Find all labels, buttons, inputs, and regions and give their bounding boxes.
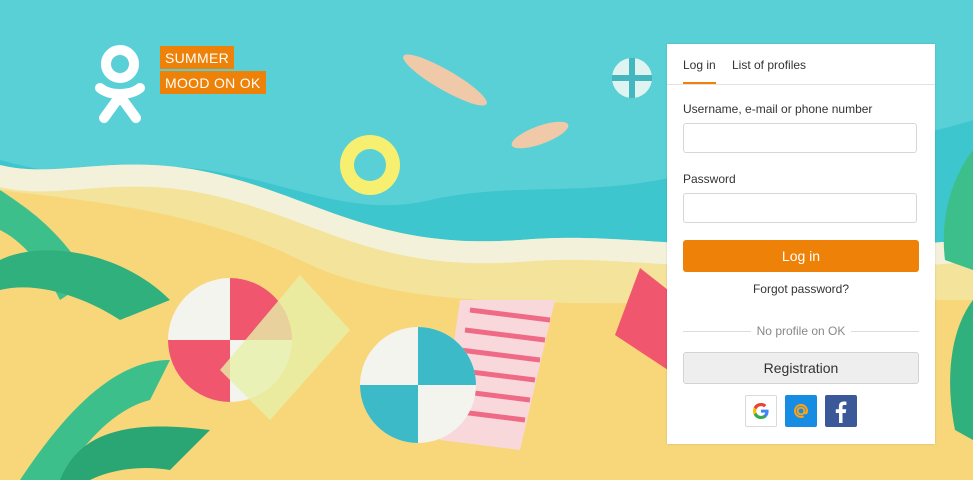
odnoklassniki-logo[interactable] [92,44,148,128]
google-login-button[interactable] [745,395,777,427]
facebook-icon [835,401,847,423]
mail-ru-login-button[interactable] [785,395,817,427]
username-input[interactable] [683,123,917,153]
divider-line-right [851,331,919,332]
no-profile-divider: No profile on OK [683,324,919,338]
login-tabs: Log in List of profiles [667,44,935,85]
log-in-button[interactable]: Log in [683,240,919,272]
forgot-password-link[interactable]: Forgot password? [667,282,935,296]
google-icon [753,403,769,419]
username-label: Username, e-mail or phone number [683,102,873,116]
registration-button[interactable]: Registration [683,352,919,384]
tab-list-of-profiles[interactable]: List of profiles [732,58,806,72]
password-label: Password [683,172,736,186]
tab-log-in[interactable]: Log in [683,58,716,84]
password-input[interactable] [683,193,917,223]
promo-line-1: SUMMER [160,46,235,69]
login-panel: Log in List of profiles Username, e-mail… [667,44,935,444]
facebook-login-button[interactable] [825,395,857,427]
summer-promo-banner[interactable]: SUMMER MOOD ON OK [160,46,266,96]
promo-line-2: MOOD ON OK [160,71,266,94]
mail-ru-icon [794,403,809,418]
